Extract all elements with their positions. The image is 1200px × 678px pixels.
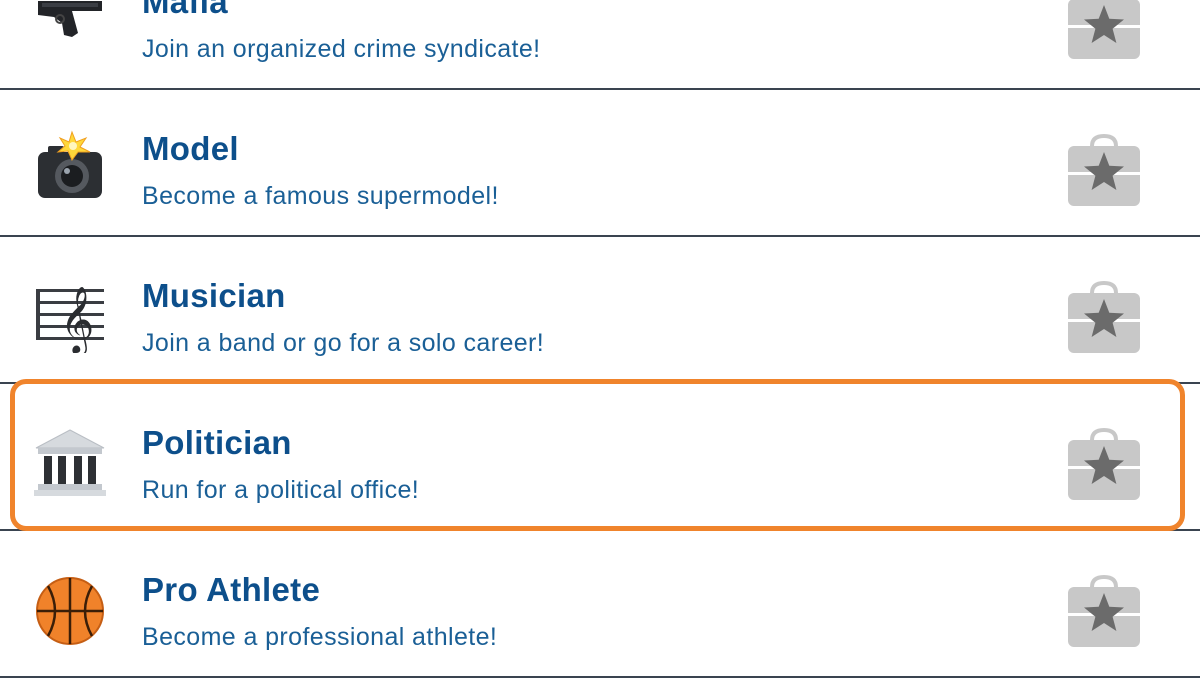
career-list: Mafia Join an organized crime syndicate! (0, 0, 1200, 678)
camera-flash-icon (32, 130, 108, 206)
musical-score-icon: 𝄞 (32, 277, 108, 353)
briefcase-star-icon[interactable] (1062, 426, 1146, 504)
career-title: Mafia (142, 0, 228, 20)
career-item-model[interactable]: Model Become a famous supermodel! (0, 90, 1200, 237)
career-item-mafia[interactable]: Mafia Join an organized crime syndicate! (0, 0, 1200, 90)
basketball-icon (32, 571, 108, 647)
career-item-musician[interactable]: 𝄞 Musician Join a band or go for a solo … (0, 237, 1200, 384)
career-description: Run for a political office! (142, 476, 420, 504)
career-description: Join an organized crime syndicate! (142, 35, 541, 63)
career-description: Become a professional athlete! (142, 623, 498, 651)
career-title: Politician (142, 424, 292, 461)
classical-building-icon (32, 424, 108, 500)
svg-text:𝄞: 𝄞 (60, 285, 94, 353)
career-item-politician[interactable]: Politician Run for a political office! (0, 384, 1200, 531)
briefcase-star-icon[interactable] (1062, 279, 1146, 357)
career-title: Pro Athlete (142, 571, 321, 608)
briefcase-star-icon[interactable] (1062, 132, 1146, 210)
career-title: Model (142, 130, 239, 167)
career-description: Become a famous supermodel! (142, 182, 499, 210)
career-item-pro-athlete[interactable]: Pro Athlete Become a professional athlet… (0, 531, 1200, 678)
briefcase-star-icon[interactable] (1062, 573, 1146, 651)
briefcase-star-icon[interactable] (1062, 0, 1146, 63)
career-title: Musician (142, 277, 286, 314)
career-description: Join a band or go for a solo career! (142, 329, 545, 357)
pistol-icon (32, 0, 108, 59)
